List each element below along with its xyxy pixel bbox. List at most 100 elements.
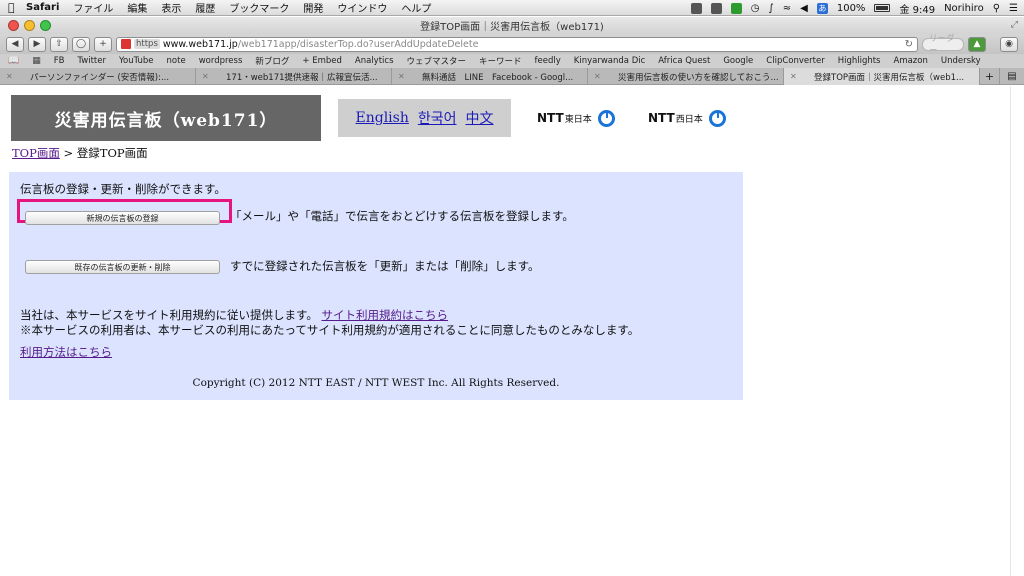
address-bar[interactable]: https www.web171.jp /web171app/disasterT… <box>116 36 918 52</box>
menu-help[interactable]: ヘルプ <box>401 0 431 15</box>
new-tab-button[interactable]: + <box>94 36 112 52</box>
lang-chinese-link[interactable]: 中文 <box>466 108 494 128</box>
menu-view[interactable]: 表示 <box>161 0 181 15</box>
downloads-button[interactable]: ◉ <box>1000 36 1018 52</box>
top-sites-icon[interactable]: ▦ <box>32 56 41 66</box>
input-method-icon[interactable]: あ <box>816 2 828 14</box>
user-name[interactable]: Norihiro <box>944 3 984 14</box>
breadcrumb-separator: > <box>59 146 77 160</box>
readinglist-button[interactable]: ◯ <box>72 36 90 52</box>
bookmark-item[interactable]: YouTube <box>119 56 154 66</box>
bookmark-item[interactable]: feedly <box>535 56 561 66</box>
spotlight-icon[interactable]: ⚲ <box>993 3 1000 14</box>
menu-edit[interactable]: 編集 <box>127 0 147 15</box>
apple-menu-icon[interactable]:  <box>8 1 20 14</box>
window-titlebar: 登録TOP画面｜災害用伝言板（web171) ⤢ <box>0 17 1024 34</box>
bookmark-item[interactable]: キーワード <box>479 55 522 67</box>
new-board-button[interactable]: 新規の伝言板の登録 <box>25 211 220 225</box>
forward-button[interactable]: ▶ <box>28 36 46 52</box>
battery-icon[interactable] <box>874 4 891 12</box>
menu-app[interactable]: Safari <box>26 2 59 13</box>
breadcrumb-top-link[interactable]: TOP画面 <box>12 146 60 160</box>
site-logo[interactable]: 災害用伝言板（web171） <box>11 95 321 141</box>
bookmark-item[interactable]: FB <box>54 56 65 66</box>
ntt-east-brand: NTT <box>537 111 564 125</box>
terms-line: 当社は、本サービスをサイト利用規約に従い提供します。 サイト利用規約はこちら <box>20 307 448 323</box>
tab[interactable]: ✕ パーソンファインダー (安否情報):... <box>0 68 196 85</box>
breadcrumb-current: 登録TOP画面 <box>76 146 148 160</box>
bluetooth-icon[interactable]: ∫ <box>769 3 774 14</box>
tab-title: 無料通話 LINE Facebook - Googl... <box>422 72 574 83</box>
main-panel: 伝言板の登録・更新・削除ができます。 新規の伝言板の登録 「メール」や「電話」で… <box>9 172 743 400</box>
tab-active[interactable]: ✕ 登録TOP画面｜災害用伝言板（web1... <box>784 68 980 85</box>
tab-overview-icon[interactable]: ▤ <box>1000 68 1024 84</box>
status-area: ◷ ∫ ≈ ◀ あ 100% 金 9:49 Norihiro ⚲ ☰ <box>690 0 1018 16</box>
clock[interactable]: 金 9:49 <box>899 1 935 16</box>
bookmark-item[interactable]: + Embed <box>302 56 342 66</box>
close-tab-icon[interactable]: ✕ <box>6 72 13 81</box>
terms-note: ※本サービスの利用者は、本サービスの利用にあたってサイト利用規約が適用されること… <box>20 323 640 337</box>
lang-english-link[interactable]: English <box>356 110 409 126</box>
page-scrollbar[interactable] <box>1010 86 1024 576</box>
ntt-west-logo: NTT 西日本 <box>648 106 726 130</box>
menu-window[interactable]: ウインドウ <box>337 0 387 15</box>
zoom-window-button[interactable] <box>40 20 51 31</box>
time-machine-icon[interactable]: ◷ <box>751 3 760 14</box>
bookmark-item[interactable]: Twitter <box>77 56 106 66</box>
bookmark-item[interactable]: Undersky <box>941 56 981 66</box>
bookmark-item[interactable]: Africa Quest <box>658 56 710 66</box>
terms-text: 当社は、本サービスをサイト利用規約に従い提供します。 <box>20 308 318 322</box>
bookmark-item[interactable]: wordpress <box>199 56 243 66</box>
tab-bar: ✕ パーソンファインダー (安否情報):... ✕ 171・web171提供速報｜広… <box>0 68 1024 85</box>
bookmark-item[interactable]: Kinyarwanda Dic <box>574 56 646 66</box>
close-tab-icon[interactable]: ✕ <box>594 72 601 81</box>
close-tab-icon[interactable]: ✕ <box>202 72 209 81</box>
bookmark-item[interactable]: Analytics <box>355 56 394 66</box>
menu-bookmarks[interactable]: ブックマーク <box>229 0 289 15</box>
minimize-window-button[interactable] <box>24 20 35 31</box>
fullscreen-icon[interactable]: ⤢ <box>1011 20 1018 30</box>
breadcrumb: TOP画面 > 登録TOP画面 <box>12 145 148 161</box>
open-book-icon[interactable]: 📖 <box>8 56 19 66</box>
edit-board-button[interactable]: 既存の伝言板の更新・削除 <box>25 260 220 274</box>
sync-icon[interactable] <box>690 2 702 14</box>
evernote-icon[interactable] <box>710 2 722 14</box>
tab[interactable]: ✕ 無料通話 LINE Facebook - Googl... <box>392 68 588 85</box>
menu-bar:  Safari ファイル 編集 表示 履歴 ブックマーク 開発 ウインドウ ヘ… <box>0 0 1024 16</box>
close-tab-icon[interactable]: ✕ <box>790 72 797 81</box>
notification-list-icon[interactable]: ☰ <box>1009 3 1018 14</box>
bookmark-item[interactable]: Google <box>723 56 753 66</box>
bookmark-item[interactable]: Highlights <box>838 56 881 66</box>
url-path: /web171app/disasterTop.do?userAddUpdateD… <box>237 38 479 50</box>
menu-file[interactable]: ファイル <box>73 0 113 15</box>
terms-link[interactable]: サイト利用規約はこちら <box>322 308 449 322</box>
tab-title: 171・web171提供速報｜広報宣伝活... <box>226 72 378 83</box>
app-status-icon[interactable] <box>730 2 742 14</box>
wifi-icon[interactable]: ≈ <box>783 3 791 14</box>
ntt-east-region: 東日本 <box>564 114 592 125</box>
bookmark-item[interactable]: ウェブマスター <box>407 55 467 67</box>
bookmark-item[interactable]: 新ブログ <box>255 55 289 67</box>
bookmark-item[interactable]: note <box>167 56 186 66</box>
close-window-button[interactable] <box>8 20 19 31</box>
bookmark-item[interactable]: Amazon <box>894 56 928 66</box>
share-button[interactable]: ⇧ <box>50 36 68 52</box>
howto-link[interactable]: 利用方法はこちら <box>20 345 112 359</box>
extension-button[interactable]: ▲ <box>968 36 986 52</box>
tab[interactable]: ✕ 171・web171提供速報｜広報宣伝活... <box>196 68 392 85</box>
lang-korean-link[interactable]: 한국어 <box>418 108 457 128</box>
close-tab-icon[interactable]: ✕ <box>398 72 405 81</box>
ntt-west-brand: NTT <box>648 111 675 125</box>
menu-develop[interactable]: 開発 <box>303 0 323 15</box>
add-tab-button[interactable]: + <box>980 68 1000 84</box>
reload-icon[interactable]: ↻ <box>905 39 913 50</box>
tab[interactable]: ✕ 災害用伝言板の使い方を確認しておこう... <box>588 68 784 85</box>
bookmarks-bar: 📖 ▦ FB Twitter YouTube note wordpress 新ブ… <box>0 54 1024 68</box>
volume-icon[interactable]: ◀ <box>800 3 808 14</box>
bookmark-item[interactable]: ClipConverter <box>766 56 824 66</box>
tab-title: 災害用伝言板の使い方を確認しておこう... <box>618 72 779 83</box>
back-button[interactable]: ◀ <box>6 36 24 52</box>
menu-history[interactable]: 履歴 <box>195 0 215 15</box>
reader-button[interactable]: リーダー <box>922 34 964 56</box>
web-page: 災害用伝言板（web171） English 한국어 中文 NTT 東日本 NTT… <box>0 86 1010 576</box>
